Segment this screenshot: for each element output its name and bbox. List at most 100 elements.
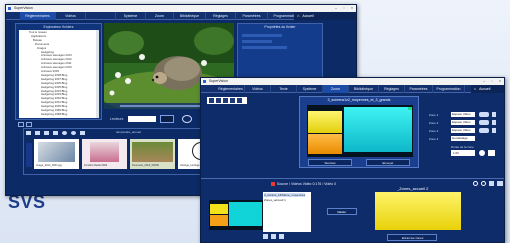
zone-1-speaker-icon[interactable] <box>492 112 496 117</box>
zone-4-select[interactable]: Horodatage <box>451 136 475 141</box>
front-tab-reglages[interactable]: Réglages <box>379 85 405 93</box>
home-label: Accueil <box>302 14 314 18</box>
front-tab-programmation[interactable]: Programmation <box>433 85 465 93</box>
close-icon[interactable]: × <box>348 5 356 12</box>
tab-bibliotheque[interactable]: Bibliothèque <box>174 12 206 20</box>
front-minimize-icon[interactable]: – <box>480 78 488 85</box>
maximize-icon[interactable]: ▫ <box>340 5 348 12</box>
validate-label: Valider <box>337 210 347 214</box>
thumb-open-icon[interactable] <box>35 131 40 135</box>
layout-list-item-2[interactable]: Zones_accueil 1 <box>264 198 286 202</box>
zone-cyan[interactable] <box>344 107 412 152</box>
tab-texte[interactable] <box>86 12 116 20</box>
bottom-edit-icon[interactable] <box>489 181 494 186</box>
front-tab-systeme[interactable]: Système <box>297 85 323 93</box>
zone-1-toggle[interactable] <box>479 112 489 117</box>
tab-zoom[interactable]: Zoom <box>146 12 174 20</box>
zone-2-toggle[interactable] <box>479 120 489 125</box>
tab-reglages[interactable]: Réglages <box>206 12 236 20</box>
front-close-icon[interactable]: × <box>496 78 504 85</box>
thumbnail-1[interactable]: Image_2014_0001.jpg <box>34 139 79 169</box>
thumb-delete-icon[interactable] <box>44 131 49 135</box>
bottom-divider <box>201 178 504 179</box>
layout-save-icon[interactable] <box>230 98 235 103</box>
zone-green[interactable] <box>408 107 412 110</box>
back-window-titlebar: SuperVision – ▫ × <box>6 5 356 12</box>
thumb-play-icon[interactable] <box>80 131 85 135</box>
tab-systeme[interactable]: Système <box>116 12 146 20</box>
thumb-save-icon[interactable] <box>53 131 58 135</box>
tree-item[interactable]: Hedgehog 1998 Blog <box>41 112 67 117</box>
zone-4-label: Zone 4 <box>429 137 439 141</box>
tree-folder-button[interactable] <box>18 122 24 127</box>
file-tree[interactable]: Tout le réseau Applications Bureau Document… <box>19 30 99 118</box>
list-edit-icon[interactable] <box>279 234 284 239</box>
apply-zones-button[interactable]: Ecran les zones <box>387 234 437 241</box>
layout-delete-icon[interactable] <box>223 98 228 103</box>
zone-3-select[interactable]: Espace Vidéo <box>451 128 475 133</box>
zone-1-label: Zone 1 <box>429 113 439 117</box>
thumb-add-icon[interactable] <box>71 131 76 135</box>
layout-new-icon[interactable] <box>209 98 214 103</box>
zone-duration-label: Durée de la zone <box>451 145 474 149</box>
validate-button[interactable]: Valider <box>327 208 357 215</box>
front-tab-videos[interactable]: Vidéos <box>245 85 271 93</box>
strip-button[interactable] <box>160 115 174 123</box>
zone-2-speaker-icon[interactable] <box>492 120 496 125</box>
mini-zone-cyan <box>229 202 262 226</box>
file-explorer-header: Explorateur fichiers <box>43 25 74 29</box>
front-maximize-icon[interactable]: ▫ <box>488 78 496 85</box>
thumb-field: temporaire_annuel <box>116 130 142 134</box>
home-button[interactable]: ⌂ Accueil <box>294 12 356 20</box>
list-delete-icon[interactable] <box>271 234 276 239</box>
tree-refresh-button[interactable] <box>26 122 32 127</box>
layout-copy-icon[interactable] <box>237 98 242 103</box>
zone-preview[interactable] <box>375 192 461 230</box>
zone-3-speaker-icon[interactable] <box>492 128 496 133</box>
layout-list-item-1[interactable]: 3_écrans_16/9ème_moyennes <box>264 193 306 197</box>
zone-duration-input[interactable]: 1:00 <box>451 150 475 156</box>
list-add-icon[interactable] <box>263 234 268 239</box>
thumbnail-3[interactable]: Poursuite_2014_00000 <box>130 139 175 169</box>
zone-3-toggle[interactable] <box>479 128 489 133</box>
clock-icon[interactable] <box>182 115 192 123</box>
front-tab-texte[interactable]: Texte <box>271 85 297 93</box>
front-tab-reglementaires[interactable]: Réglementaires <box>217 85 245 93</box>
strip-input[interactable] <box>128 116 156 122</box>
thumb-info-icon[interactable] <box>62 131 67 135</box>
preview-send-button[interactable]: Envoyer <box>366 159 410 166</box>
zone-apply-icon[interactable] <box>479 150 485 156</box>
thumbnail-2[interactable]: Fenêtre Media 0002 <box>82 139 127 169</box>
thumb-scroll-left[interactable] <box>26 143 32 167</box>
layout-list[interactable]: 3_écrans_16/9ème_moyennes Zones_accueil … <box>263 192 311 232</box>
thumb-new-icon[interactable] <box>26 131 31 135</box>
front-tab-bar: Réglementaires Vidéos Texte Système Zoom… <box>201 85 504 93</box>
layout-open-icon[interactable] <box>216 98 221 103</box>
layout-canvas[interactable] <box>307 105 413 157</box>
front-tab-parametres[interactable]: Paramètres <box>405 85 433 93</box>
tab-parametres[interactable]: Paramètres <box>236 12 268 20</box>
front-home-button[interactable]: ⌂ Accueil <box>471 85 504 93</box>
zone-camera-icon[interactable] <box>488 150 495 156</box>
thumbnail-2-label: Fenêtre Media 0002 <box>84 164 108 167</box>
layout-preview-panel: 3_screens1x2_moyennes_et_3_grands Source… <box>299 96 419 168</box>
zone-3-value: Espace Vidéo <box>452 128 471 132</box>
bottom-layout-thumbnail[interactable] <box>209 200 263 230</box>
zone-yellow[interactable] <box>308 111 342 133</box>
minimize-icon[interactable]: – <box>332 5 340 12</box>
front-tab-zoom[interactable]: Zoom <box>323 85 349 93</box>
tab-reglementaires[interactable]: Réglementaires <box>20 12 56 20</box>
zone-4-value: Horodatage <box>452 136 468 140</box>
tab-videos[interactable]: Vidéos <box>56 12 86 20</box>
thumbnail-1-label: Image_2014_0001.jpg <box>36 164 62 167</box>
zone-1-select[interactable]: Espace Vidéo <box>451 112 475 117</box>
front-tab-bibliotheque[interactable]: Bibliothèque <box>349 85 379 93</box>
preview-sources-button[interactable]: Sources <box>308 159 352 166</box>
zone-2-select[interactable]: Espace Vidéo <box>451 120 475 125</box>
bottom-refresh-icon[interactable] <box>473 181 478 186</box>
bottom-camera-icon[interactable] <box>497 181 503 186</box>
thumbnail-2-image <box>90 142 119 162</box>
bottom-settings-icon[interactable] <box>481 181 486 186</box>
zone-orange[interactable] <box>308 134 342 154</box>
tree-scrollbar[interactable] <box>96 30 99 118</box>
